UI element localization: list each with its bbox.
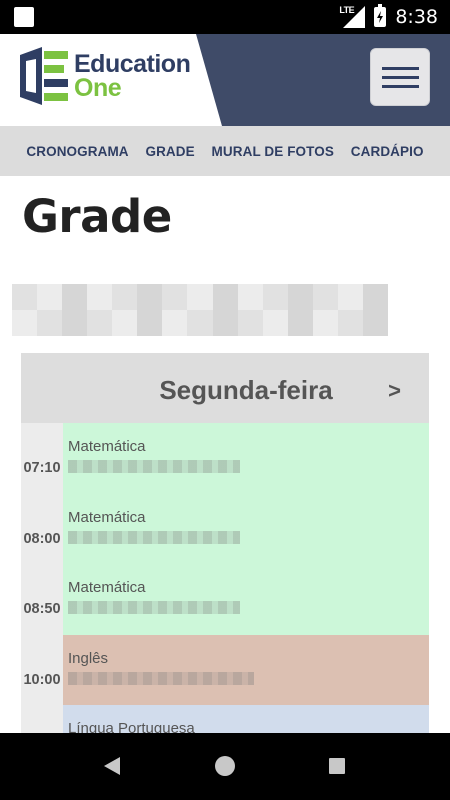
subject-name: Matemática [68,438,146,455]
time-slot: 07:10 [21,423,63,494]
subject-name: Inglês [68,649,109,667]
schedule-row: 08:00 Matemática [21,493,429,564]
day-header: Segunda-feira > [21,353,429,423]
redacted-teacher-name [68,671,254,685]
main-nav: CRONOGRAMA GRADE MURAL DE FOTOS CARDÁPIO [0,126,450,176]
redacted-teacher-name [68,601,240,614]
day-name: Segunda-feira [159,375,333,405]
schedule-row: 08:50 Matemática [21,564,429,635]
redacted-class-selector[interactable] [12,284,388,336]
nav-item-cronograma[interactable]: CRONOGRAMA [26,144,128,159]
subject-name: Língua Portuguesa [68,720,195,733]
logo-wordmark: Education One [74,50,191,102]
schedule-row: Língua Portuguesa [21,705,429,733]
time-slot: 10:00 [21,634,63,705]
nav-item-grade[interactable]: GRADE [145,144,194,159]
class-cell[interactable]: Matemática [63,423,429,494]
nav-item-cardapio[interactable]: CARDÁPIO [351,144,424,159]
back-icon[interactable] [104,757,120,775]
clock: 8:38 [395,6,438,28]
page-title: Grade [22,190,172,243]
schedule-row: 07:10 Matemática [21,423,429,494]
signal-icon: LTE [339,5,366,28]
android-nav-bar [0,733,450,800]
subject-name: Matemática [68,508,146,526]
class-cell[interactable]: Inglês [63,634,429,705]
time-slot [21,705,63,733]
charging-icon [377,11,384,23]
schedule-rows: 07:10 Matemática 08:00 Matemática 08:50 … [21,423,429,733]
recent-apps-icon[interactable] [329,758,345,774]
class-cell[interactable]: Matemática [63,493,429,564]
hamburger-icon-line [382,85,419,88]
class-cell[interactable]: Matemática [63,564,429,635]
logo-text-education: Education [74,50,191,78]
status-indicators: LTE 8:38 [339,4,438,29]
hamburger-icon-line [382,67,419,70]
notification-icon [14,7,34,27]
hamburger-icon-line [382,76,419,79]
class-cell[interactable]: Língua Portuguesa [63,705,429,733]
redacted-teacher-name [68,530,240,544]
education-one-logo-icon [20,47,68,105]
home-icon[interactable] [215,756,235,776]
logo-text-one: One [74,74,122,102]
redacted-teacher-name [68,460,240,473]
hamburger-menu-button[interactable] [370,48,430,106]
schedule-row: 10:00 Inglês [21,634,429,705]
network-type: LTE [339,5,355,15]
status-bar: LTE 8:38 [0,0,450,34]
app-header: Education One [0,34,450,126]
time-slot: 08:50 [21,564,63,635]
battery-icon [374,4,387,27]
schedule-table: Segunda-feira > 07:10 Matemática 08:00 M… [21,353,429,733]
next-day-button[interactable]: > [388,378,401,404]
logo-area[interactable]: Education One [0,34,222,126]
subject-name: Matemática [68,579,146,596]
nav-item-mural-de-fotos[interactable]: MURAL DE FOTOS [212,144,334,159]
time-slot: 08:00 [21,493,63,564]
